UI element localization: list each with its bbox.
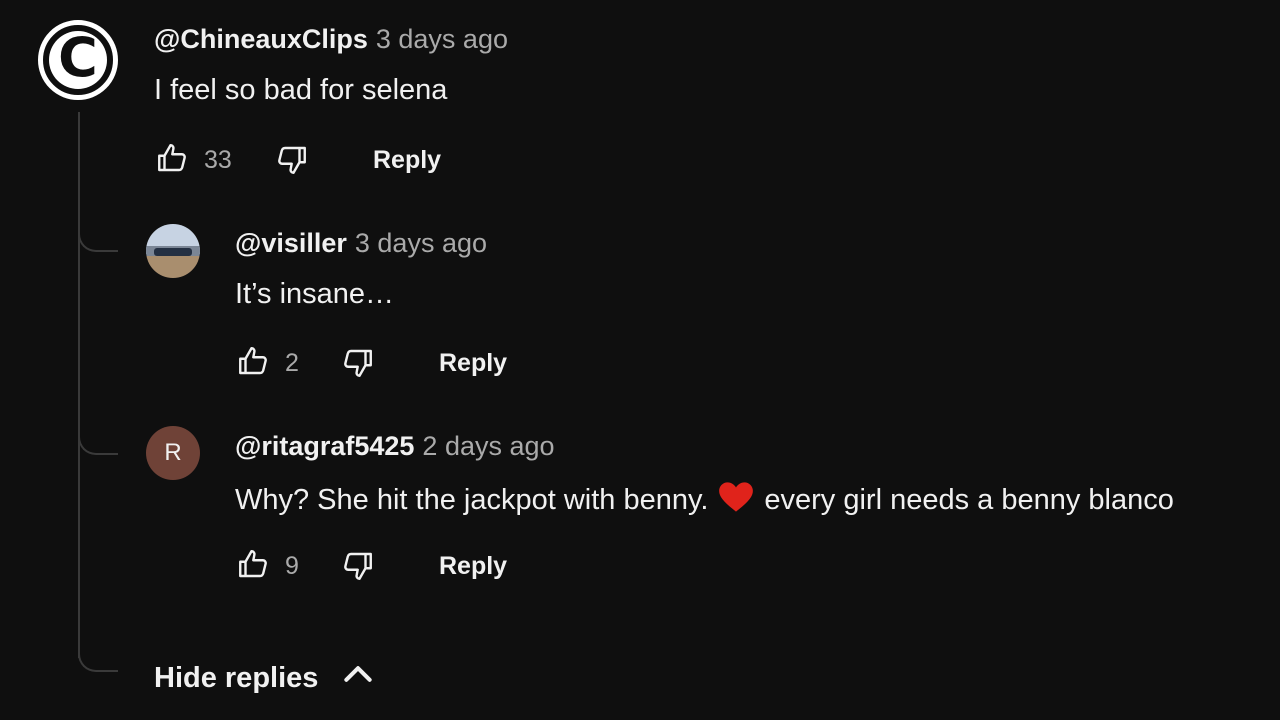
avatar[interactable]: C — [38, 20, 118, 100]
thread-connector — [78, 429, 118, 455]
avatar[interactable]: R — [146, 426, 200, 480]
photo-avatar — [146, 224, 200, 278]
thumbs-up-icon[interactable] — [235, 343, 271, 384]
thumbs-down-icon[interactable] — [274, 142, 310, 183]
comment-text: Why? She hit the jackpot with benny. ever… — [235, 481, 1174, 517]
comment-actions: 33 Reply — [154, 140, 474, 180]
like-count: 9 — [285, 551, 299, 580]
reply-button[interactable]: Reply — [439, 552, 507, 581]
comment-text: I feel so bad for selena — [154, 74, 448, 106]
comment-text-part: Why? She hit the jackpot with benny. — [235, 484, 709, 516]
comment-header: @visiller 3 days ago — [235, 228, 487, 259]
like-count: 33 — [204, 145, 232, 174]
heart-emoji — [718, 481, 754, 513]
like-count: 2 — [285, 348, 299, 377]
reply-button[interactable]: Reply — [373, 146, 441, 175]
comment-text-part: every girl needs a benny blanco — [764, 484, 1174, 516]
thread-connector — [78, 646, 118, 672]
comment-actions: 9 Reply — [235, 546, 555, 586]
comment-header: @ritagraf5425 2 days ago — [235, 431, 555, 462]
thumbs-up-icon[interactable] — [235, 546, 271, 587]
comment-author[interactable]: @ritagraf5425 — [235, 431, 414, 461]
avatar-letter: R — [164, 439, 182, 466]
thread-connector — [78, 226, 118, 252]
comment-time[interactable]: 3 days ago — [355, 228, 487, 258]
comment-header: @ChineauxClips 3 days ago — [154, 24, 508, 55]
reply-button[interactable]: Reply — [439, 349, 507, 378]
comment-author[interactable]: @ChineauxClips — [154, 24, 368, 54]
thumbs-down-icon[interactable] — [340, 548, 376, 589]
hide-replies-button[interactable]: Hide replies — [154, 654, 378, 702]
copyright-icon: C — [49, 31, 107, 89]
thumbs-down-icon[interactable] — [340, 345, 376, 386]
thread-line — [78, 112, 80, 658]
comment-text: It’s insane… — [235, 278, 395, 310]
thumbs-up-icon[interactable] — [154, 140, 190, 181]
hide-replies-label: Hide replies — [154, 661, 319, 694]
chevron-up-icon — [318, 654, 378, 702]
comment-time[interactable]: 3 days ago — [376, 24, 508, 54]
comment-author[interactable]: @visiller — [235, 228, 347, 258]
comment-time[interactable]: 2 days ago — [422, 431, 554, 461]
avatar[interactable] — [146, 224, 200, 278]
comment-actions: 2 Reply — [235, 343, 555, 383]
